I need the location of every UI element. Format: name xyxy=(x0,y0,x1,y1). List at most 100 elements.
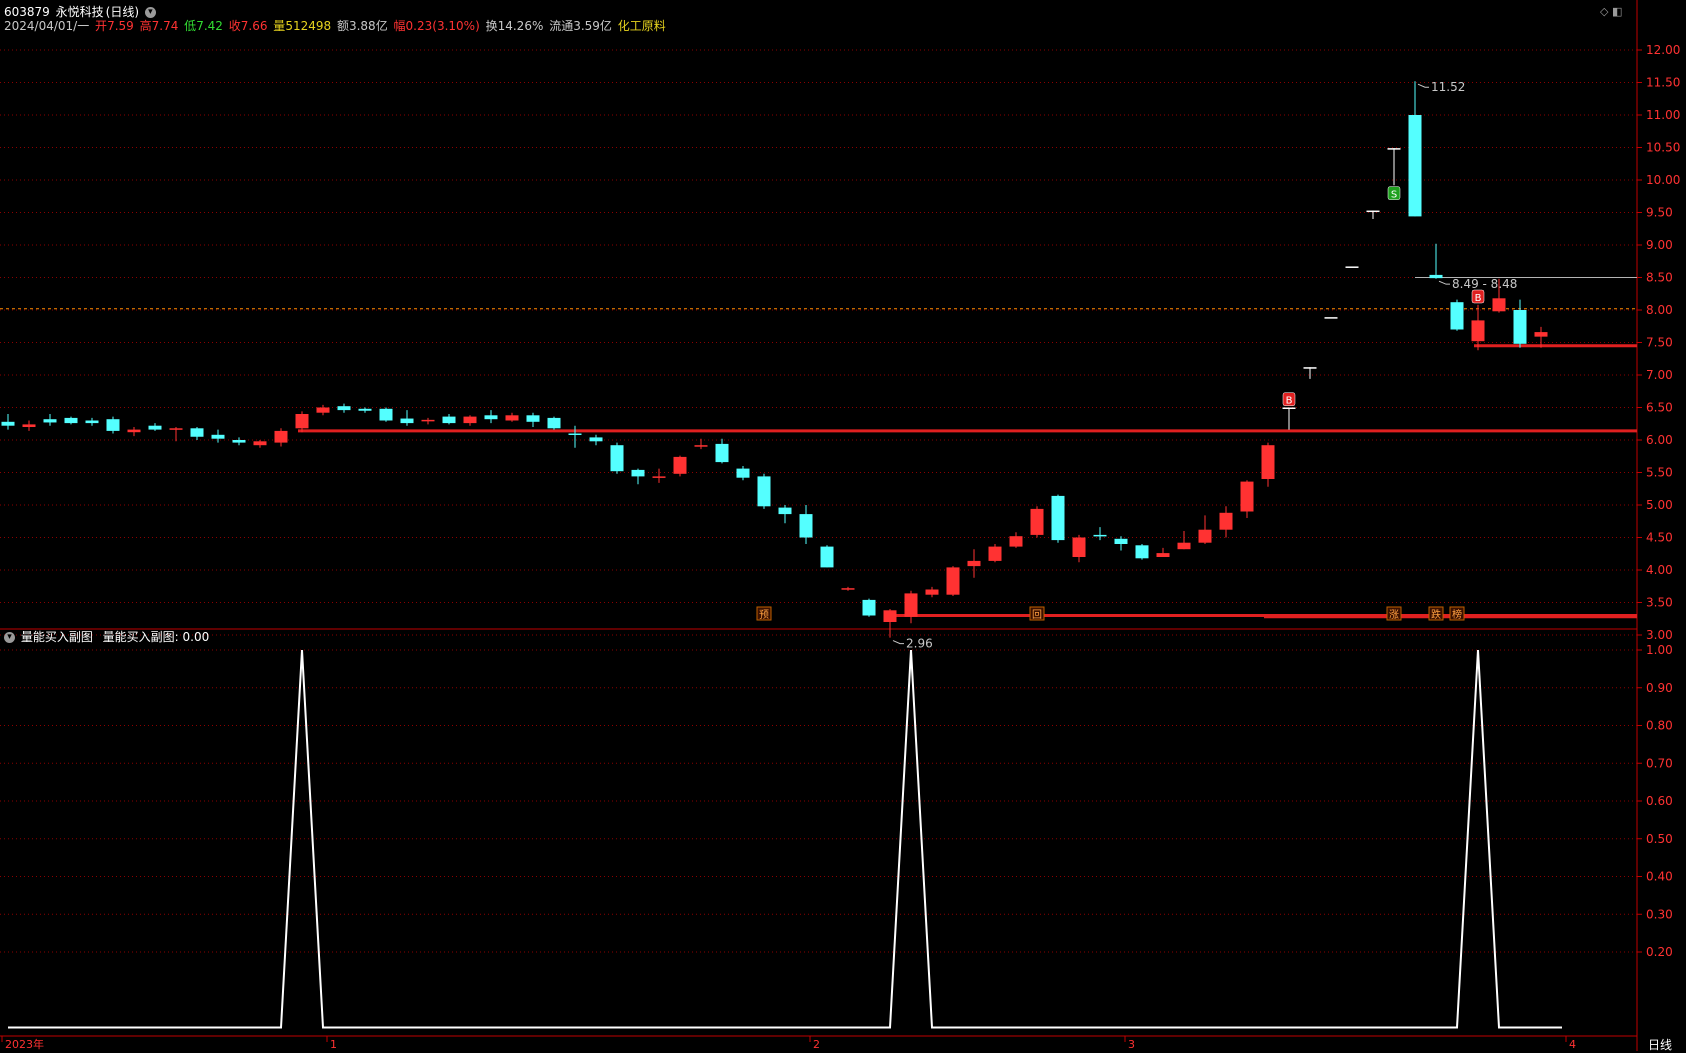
candle-body[interactable] xyxy=(799,514,813,538)
y-tick-label: 6.00 xyxy=(1646,433,1673,447)
candle-body[interactable] xyxy=(631,469,645,477)
open-value: 7.59 xyxy=(107,19,134,33)
chevron-down-icon[interactable]: ▾ xyxy=(144,7,156,18)
candle-body[interactable] xyxy=(148,425,162,430)
candle-body[interactable] xyxy=(967,560,981,567)
candle-body[interactable] xyxy=(1156,553,1170,557)
candle-body[interactable] xyxy=(988,546,1002,561)
candle-body[interactable] xyxy=(820,546,834,568)
candle-body[interactable] xyxy=(463,416,477,424)
candle-body[interactable] xyxy=(295,414,309,429)
candle-body[interactable] xyxy=(316,407,330,413)
candle-body[interactable] xyxy=(253,441,267,446)
candle-body[interactable] xyxy=(757,476,771,507)
candle-body[interactable] xyxy=(694,445,708,447)
candle-body[interactable] xyxy=(883,610,897,622)
sector-link[interactable]: 化工原料 xyxy=(618,19,666,33)
candle-body[interactable] xyxy=(736,468,750,478)
candle-body[interactable] xyxy=(589,437,603,442)
candle-body[interactable] xyxy=(106,419,120,431)
y-tick-label: 0.20 xyxy=(1646,945,1673,959)
candle-body[interactable] xyxy=(505,415,519,421)
candle-body[interactable] xyxy=(190,428,204,437)
period-tab-day[interactable]: 日线 xyxy=(1648,1036,1672,1053)
close-value: 7.66 xyxy=(240,19,268,33)
candle-body[interactable] xyxy=(1219,512,1233,530)
price-annotation: 2.96 xyxy=(906,637,933,651)
price-annotation: 8.49 - 8.48 xyxy=(1452,277,1517,291)
y-tick-label: 0.30 xyxy=(1646,907,1673,921)
diamond-icon[interactable]: ◇ xyxy=(1600,5,1608,18)
candle-body[interactable] xyxy=(211,434,225,439)
y-tick-label: 8.50 xyxy=(1646,271,1673,285)
change-label: 幅 xyxy=(393,19,406,33)
candlestick-chart[interactable]: 12.0011.5011.0010.5010.009.509.008.508.0… xyxy=(0,0,1686,1051)
panel-toggle-icon[interactable]: ◧ xyxy=(1612,5,1622,18)
candle-body[interactable] xyxy=(1114,538,1128,544)
open-label: 开 xyxy=(95,19,108,33)
candle-body[interactable] xyxy=(904,593,918,617)
y-tick-label: 7.00 xyxy=(1646,368,1673,382)
candle-body[interactable] xyxy=(1177,542,1191,550)
y-tick-label: 3.50 xyxy=(1646,596,1673,610)
candle-body[interactable] xyxy=(1135,545,1149,559)
candle-body[interactable] xyxy=(1471,320,1485,342)
candle-body[interactable] xyxy=(337,406,351,411)
candle-body[interactable] xyxy=(1240,481,1254,512)
candle-body[interactable] xyxy=(127,429,141,433)
candle-body[interactable] xyxy=(862,599,876,616)
candle-body[interactable] xyxy=(1492,298,1506,312)
candle-body[interactable] xyxy=(484,415,498,420)
candle-body[interactable] xyxy=(778,507,792,515)
candle-body[interactable] xyxy=(1093,534,1107,537)
candle-body[interactable] xyxy=(1198,529,1212,543)
candle-body[interactable] xyxy=(568,433,582,436)
indicator-name[interactable]: 量能买入副图 xyxy=(21,630,93,644)
candle-body[interactable] xyxy=(673,456,687,474)
candle-body[interactable] xyxy=(1366,210,1380,213)
candle-body[interactable] xyxy=(421,419,435,422)
candle-body[interactable] xyxy=(1051,495,1065,541)
candle-body[interactable] xyxy=(1513,310,1527,344)
candle-body[interactable] xyxy=(841,588,855,590)
candle-body[interactable] xyxy=(925,589,939,595)
candle-body[interactable] xyxy=(1,421,15,426)
candle-body[interactable] xyxy=(232,440,246,443)
candle-body[interactable] xyxy=(1534,332,1548,337)
candle-body[interactable] xyxy=(526,415,540,422)
change-value: 0.23(3.10%) xyxy=(405,19,480,33)
candle-body[interactable] xyxy=(274,430,288,443)
candle-body[interactable] xyxy=(1072,537,1086,558)
candle-body[interactable] xyxy=(1324,317,1338,319)
candle-body[interactable] xyxy=(1387,148,1401,150)
candle-body[interactable] xyxy=(22,424,36,427)
candle-body[interactable] xyxy=(85,420,99,424)
low-value: 7.42 xyxy=(196,19,223,33)
candle-body[interactable] xyxy=(547,417,561,429)
chevron-down-icon[interactable]: ▾ xyxy=(4,632,15,643)
candle-body[interactable] xyxy=(358,408,372,411)
candle-body[interactable] xyxy=(652,476,666,478)
candle-body[interactable] xyxy=(442,416,456,424)
candle-body[interactable] xyxy=(610,445,624,472)
candle-body[interactable] xyxy=(1261,445,1275,479)
candle-body[interactable] xyxy=(715,443,729,463)
candle-body[interactable] xyxy=(1282,407,1296,410)
candle-body[interactable] xyxy=(1450,302,1464,330)
stock-chart-window: 12.00 11.50 11.00 10.50 10.00 9.50 9.00 8.50 8.0… xyxy=(0,0,1686,1053)
candle-body[interactable] xyxy=(64,417,78,424)
candle-body[interactable] xyxy=(1429,274,1443,279)
candle-body[interactable] xyxy=(169,428,183,430)
candle-body[interactable] xyxy=(379,408,393,421)
y-tick-label: 0.40 xyxy=(1646,870,1673,884)
candle-body[interactable] xyxy=(43,419,57,423)
candle-body[interactable] xyxy=(400,418,414,424)
candle-body[interactable] xyxy=(1030,508,1044,535)
candle-body[interactable] xyxy=(1009,536,1023,547)
candle-body[interactable] xyxy=(946,567,960,595)
candle-body[interactable] xyxy=(1345,266,1359,268)
candle-body[interactable] xyxy=(1303,367,1317,369)
y-tick-label: 5.50 xyxy=(1646,466,1673,480)
candle-body[interactable] xyxy=(1408,115,1422,217)
y-tick-label: 0.90 xyxy=(1646,681,1673,695)
